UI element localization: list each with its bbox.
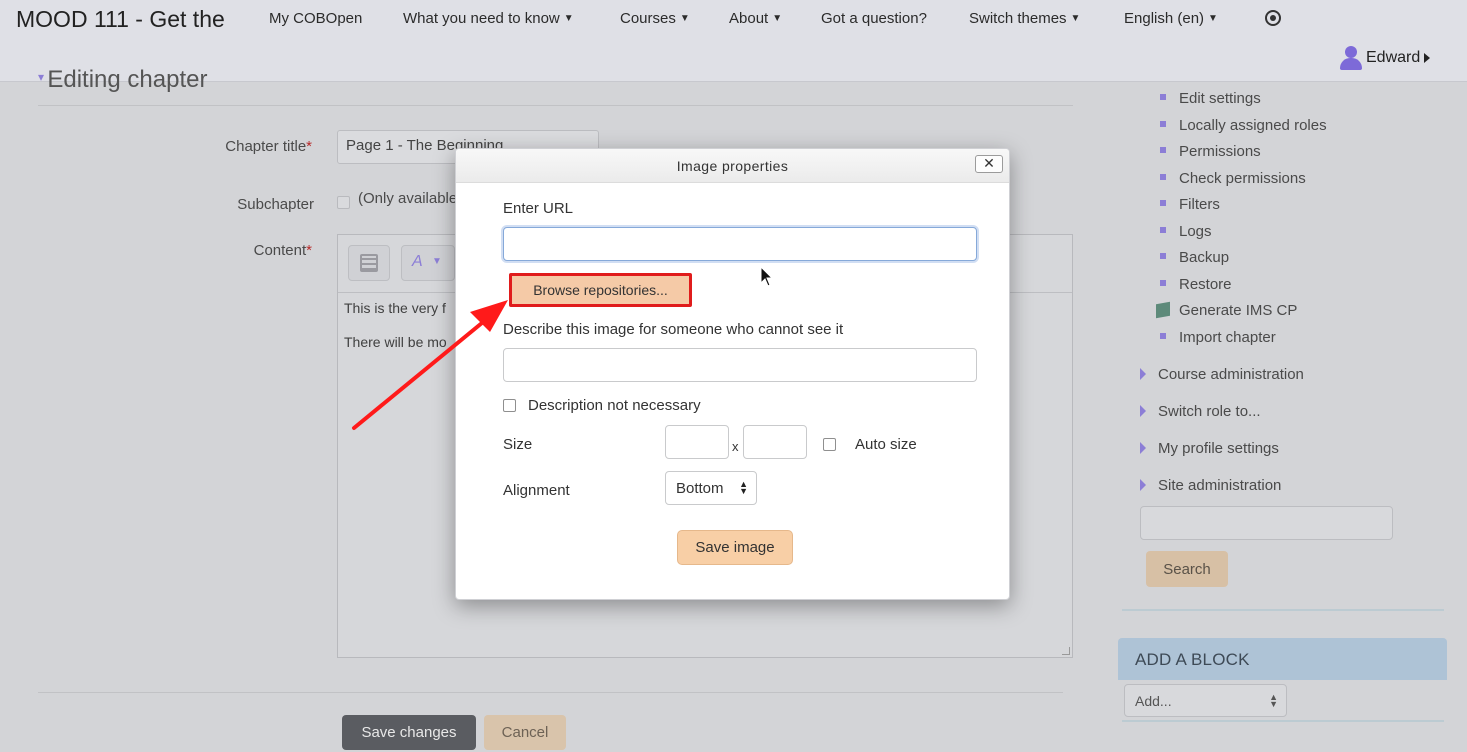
nav-language[interactable]: English (en) ▼ [1124, 10, 1218, 27]
sidebar-link-filters[interactable]: Filters [1179, 196, 1220, 213]
user-name: Edward [1366, 49, 1421, 66]
alignment-select[interactable]: Bottom ▲ ▼ [665, 471, 757, 505]
collapse-chevron-icon: ▾ [38, 70, 48, 84]
caret-down-icon: ▼ [1070, 13, 1081, 24]
image-description-label: Describe this image for someone who cann… [503, 321, 844, 338]
dialog-title: Image properties [676, 158, 789, 174]
description-not-necessary-label: Description not necessary [528, 397, 701, 414]
caret-down-icon: ▼ [1208, 13, 1218, 24]
bullet-icon [1160, 200, 1166, 206]
sidebar-search-button[interactable]: Search [1146, 551, 1228, 587]
sidebar-link-import-chapter[interactable]: Import chapter [1179, 329, 1276, 346]
nav-about[interactable]: About ▼ [729, 10, 782, 27]
content-line-2: There will be mo [344, 334, 447, 350]
auto-size-label: Auto size [855, 436, 917, 453]
description-not-necessary-checkbox[interactable] [503, 399, 516, 412]
nav-my-cobopen[interactable]: My COBOpen [269, 10, 362, 27]
nav-got-a-question[interactable]: Got a question? [821, 10, 927, 27]
chevron-right-icon [1424, 53, 1431, 63]
bullet-icon [1160, 94, 1166, 100]
bullet-icon [1160, 174, 1166, 180]
sidebar-group-course-administration[interactable]: Course administration [1158, 366, 1304, 383]
close-button[interactable]: ✕ [975, 155, 1003, 173]
grid-icon [360, 254, 378, 272]
size-separator: x [732, 439, 739, 454]
font-style-icon: A [412, 253, 423, 270]
sidebar-link-locally-assigned-roles[interactable]: Locally assigned roles [1179, 117, 1327, 134]
target-icon[interactable] [1265, 10, 1281, 26]
subchapter-checkbox[interactable] [337, 196, 350, 209]
top-navbar: MOOD 111 - Get the My COBOpen What you n… [0, 0, 1467, 82]
save-image-button[interactable]: Save image [677, 530, 793, 565]
package-icon [1156, 301, 1170, 319]
nav-courses[interactable]: Courses ▼ [620, 10, 690, 27]
alignment-label: Alignment [503, 482, 570, 499]
subchapter-note: (Only available [358, 190, 458, 207]
caret-down-icon: ▼ [679, 13, 690, 24]
bullet-icon [1160, 253, 1166, 259]
sidebar-link-permissions[interactable]: Permissions [1179, 143, 1261, 160]
browse-repositories-button[interactable]: Browse repositories... [509, 273, 692, 307]
sidebar-link-logs[interactable]: Logs [1179, 223, 1212, 240]
updown-arrows-icon: ▲ ▼ [739, 479, 748, 496]
user-avatar-icon [1340, 46, 1362, 70]
close-icon: ✕ [983, 155, 995, 171]
bullet-icon [1160, 227, 1166, 233]
sidebar-link-generate-ims-cp[interactable]: Generate IMS CP [1179, 302, 1297, 319]
add-block-header: ADD A BLOCK [1118, 638, 1447, 680]
divider [38, 692, 1063, 693]
bullet-icon [1160, 280, 1166, 286]
expand-triangle-icon [1140, 479, 1146, 491]
sidebar-link-check-permissions[interactable]: Check permissions [1179, 170, 1306, 187]
user-menu[interactable]: Edward [1340, 46, 1431, 70]
height-input[interactable] [743, 425, 807, 459]
sidebar-group-site-administration[interactable]: Site administration [1158, 477, 1281, 494]
expand-triangle-icon [1140, 368, 1146, 380]
sidebar-search-input[interactable] [1140, 506, 1393, 540]
cancel-button[interactable]: Cancel [484, 715, 566, 750]
auto-size-checkbox[interactable] [823, 438, 836, 451]
content-line-1: This is the very f [344, 300, 446, 316]
divider [38, 105, 1073, 106]
expand-triangle-icon [1140, 442, 1146, 454]
sidebar-link-edit-settings[interactable]: Edit settings [1179, 90, 1261, 107]
image-description-input[interactable] [503, 348, 977, 382]
sidebar-group-switch-role[interactable]: Switch role to... [1158, 403, 1261, 420]
bullet-icon [1160, 147, 1166, 153]
url-input[interactable] [503, 227, 977, 261]
sidebar-group-my-profile-settings[interactable]: My profile settings [1158, 440, 1279, 457]
site-brand[interactable]: MOOD 111 - Get the [16, 6, 225, 33]
add-block-select[interactable]: Add... ▲ ▼ [1124, 684, 1287, 717]
content-label: Content* [253, 242, 312, 259]
caret-down-icon: ▼ [563, 13, 574, 24]
caret-down-icon: ▼ [772, 13, 783, 24]
save-changes-button[interactable]: Save changes [342, 715, 476, 750]
bullet-icon [1160, 121, 1166, 127]
caret-down-icon: ▼ [432, 256, 442, 267]
subchapter-label: Subchapter [237, 196, 314, 213]
chapter-title-label: Chapter title* [225, 138, 312, 155]
updown-arrows-icon: ▲ ▼ [1269, 692, 1278, 709]
bullet-icon [1160, 333, 1166, 339]
sidebar-link-backup[interactable]: Backup [1179, 249, 1229, 266]
width-input[interactable] [665, 425, 729, 459]
expand-triangle-icon [1140, 405, 1146, 417]
toolbar-toggle-button[interactable] [348, 245, 390, 281]
size-label: Size [503, 436, 533, 453]
sidebar-link-restore[interactable]: Restore [1179, 276, 1232, 293]
page-heading: ▾ Editing chapter [38, 66, 208, 93]
dialog-header: Image properties ✕ [456, 149, 1009, 183]
block-divider [1122, 720, 1444, 722]
nav-what-you-need-to-know[interactable]: What you need to know ▼ [403, 10, 574, 27]
mouse-cursor-icon [760, 266, 774, 287]
font-style-button[interactable]: A ▼ [401, 245, 455, 281]
resize-handle-icon[interactable] [1062, 647, 1070, 655]
block-divider [1122, 609, 1444, 611]
nav-switch-themes[interactable]: Switch themes ▼ [969, 10, 1080, 27]
enter-url-label: Enter URL [503, 200, 574, 217]
